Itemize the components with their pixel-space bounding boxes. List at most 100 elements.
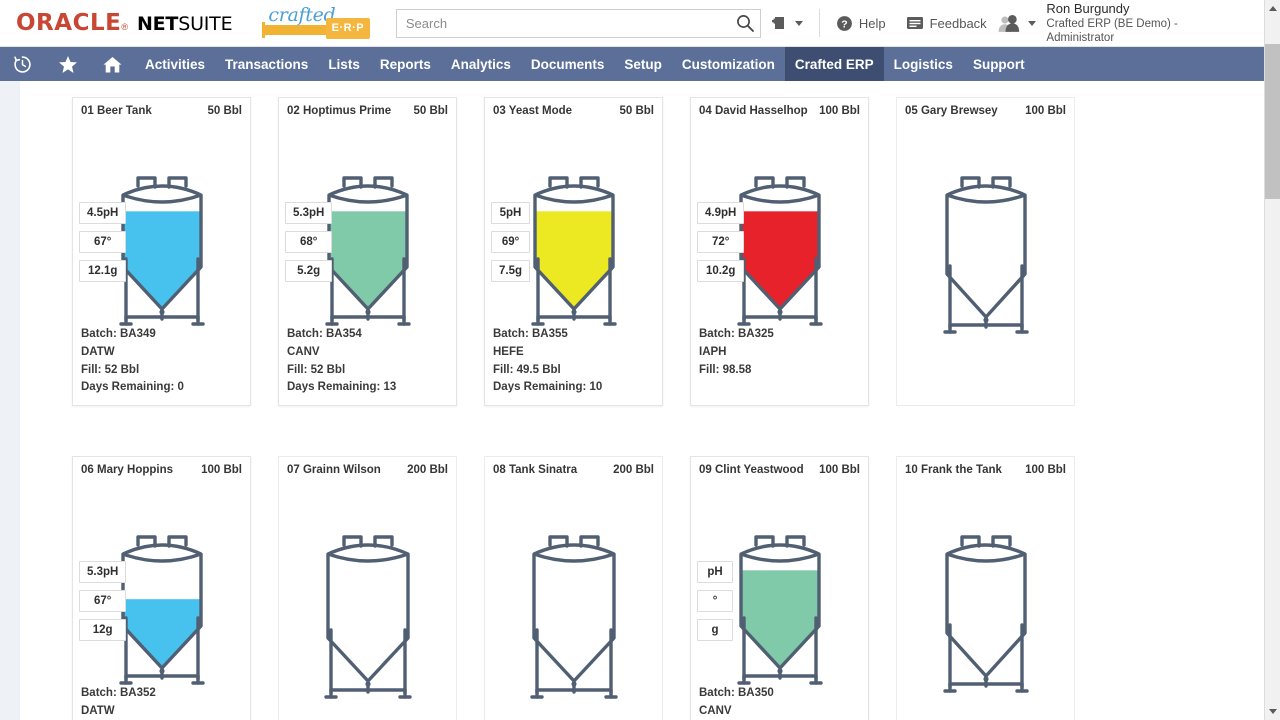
tank-visual <box>905 478 1066 693</box>
tank-card[interactable]: 01 Beer Tank 50 Bbl 4.5pH 67° 12.1g Batc… <box>72 97 251 407</box>
tank-liquid <box>328 211 407 309</box>
nav-item-crafted-erp[interactable]: Crafted ERP <box>784 47 884 81</box>
tank-visual <box>905 119 1066 334</box>
oracle-wordmark: ORACLE <box>16 10 122 36</box>
tank-batch-line: Fill: 52 Bbl <box>81 363 140 376</box>
tank-liquid <box>740 211 819 309</box>
nav-item-setup[interactable]: Setup <box>614 47 672 81</box>
crafted-logo-erp-badge: E·R·P <box>325 18 370 39</box>
nav-item-lists[interactable]: Lists <box>318 47 370 81</box>
tank-gauge-group: 5.3pH 68° 5.2g <box>285 202 333 282</box>
tank-gauge-group: 5.3pH 67° 12g <box>79 561 127 642</box>
tank-visual: 5pH 69° 7.5g <box>491 119 654 326</box>
main-navigation-bar: Activities Transactions Lists Reports An… <box>0 47 1264 81</box>
recent-records-button[interactable] <box>0 47 45 81</box>
header-actions: ? Help Feedback Ron Burgundy Crafted ERP… <box>761 0 1264 47</box>
tank-capacity: 200 Bbl <box>407 464 448 477</box>
chevron-down-icon <box>794 20 803 26</box>
tank-card-header: 03 Yeast Mode 50 Bbl <box>493 105 654 117</box>
nav-item-documents[interactable]: Documents <box>521 47 615 81</box>
tank-capacity: 100 Bbl <box>201 464 242 477</box>
tank-graphic <box>113 526 211 707</box>
tank-capacity: 200 Bbl <box>613 464 654 477</box>
tank-card[interactable]: 10 Frank the Tank 100 Bbl <box>896 456 1075 720</box>
tank-title: 02 Hoptimus Prime <box>287 105 392 117</box>
nav-item-analytics[interactable]: Analytics <box>441 47 521 81</box>
tank-title: 05 Gary Brewsey <box>905 105 998 117</box>
tank-card[interactable]: 04 David Hasselhop 100 Bbl 4.9pH 72° 10.2g <box>690 97 869 407</box>
tank-card-header: 05 Gary Brewsey 100 Bbl <box>905 105 1066 117</box>
tank-visual: 4.5pH 67° 12.1g <box>79 119 242 326</box>
feedback-button[interactable]: Feedback <box>896 8 997 38</box>
tank-card[interactable]: 02 Hoptimus Prime 50 Bbl 5.3pH 68° 5.2g <box>278 97 457 407</box>
nav-item-logistics[interactable]: Logistics <box>884 47 963 81</box>
help-button[interactable]: ? Help <box>826 8 896 38</box>
tank-liquid <box>740 570 819 669</box>
tank-graphic <box>731 167 829 348</box>
home-button[interactable] <box>90 47 135 81</box>
tank-visual <box>493 478 654 699</box>
tank-gauge: 12.1g <box>79 260 127 282</box>
tank-card-header: 01 Beer Tank 50 Bbl <box>81 105 242 117</box>
scroll-up-button[interactable] <box>1265 0 1280 17</box>
tank-dashboard: 01 Beer Tank 50 Bbl 4.5pH 67° 12.1g Batc… <box>20 81 1264 720</box>
nav-item-reports[interactable]: Reports <box>370 47 441 81</box>
star-icon <box>58 55 77 73</box>
nav-item-customization[interactable]: Customization <box>672 47 785 81</box>
tank-illustration <box>118 176 205 326</box>
tank-graphic <box>113 167 211 348</box>
tank-illustration <box>529 535 618 699</box>
crafted-erp-logo[interactable]: crafted E·R·P <box>262 4 371 40</box>
tank-gauge: 7.5g <box>491 260 531 282</box>
help-icon: ? <box>836 15 852 31</box>
tank-card[interactable]: 05 Gary Brewsey 100 Bbl <box>896 97 1075 407</box>
tank-gauge: ° <box>697 590 733 613</box>
svg-text:?: ? <box>841 18 847 30</box>
tank-card-header: 06 Mary Hoppins 100 Bbl <box>81 464 242 476</box>
tank-visual: 4.9pH 72° 10.2g <box>697 119 860 326</box>
tank-gauge: pH <box>697 561 733 584</box>
shortcuts-button[interactable] <box>45 47 90 81</box>
tank-card[interactable]: 07 Grainn Wilson 200 Bbl <box>278 456 457 720</box>
feedback-label: Feedback <box>929 15 987 31</box>
search-icon[interactable] <box>735 13 755 33</box>
tank-gauge-group: 5pH 69° 7.5g <box>491 202 531 282</box>
nav-item-activities[interactable]: Activities <box>135 47 215 81</box>
tank-card[interactable]: 03 Yeast Mode 50 Bbl 5pH 69° 7.5g Batch:… <box>484 97 663 407</box>
tank-gauge: 5.3pH <box>285 202 333 224</box>
nav-item-support[interactable]: Support <box>963 47 1035 81</box>
tank-gauge: 68° <box>285 231 333 253</box>
tank-illustration <box>324 176 411 326</box>
tank-batch-line: Days Remaining: 13 <box>287 381 397 394</box>
tank-graphic <box>524 526 624 719</box>
tank-batch-line: Days Remaining: 10 <box>493 381 603 394</box>
tank-illustration <box>942 535 1029 693</box>
tank-capacity: 50 Bbl <box>619 105 654 117</box>
search-input[interactable] <box>395 8 761 38</box>
tank-card[interactable]: 08 Tank Sinatra 200 Bbl <box>484 456 663 720</box>
chevron-down-icon <box>1028 20 1037 26</box>
tank-card[interactable]: 09 Clint Yeastwood 100 Bbl pH ° g Batch:… <box>690 456 869 720</box>
tank-gauge-group: 4.5pH 67° 12.1g <box>79 202 127 282</box>
user-menu[interactable]: Ron Burgundy Crafted ERP (BE Demo) - Adm… <box>997 1 1264 46</box>
home-icon <box>103 56 122 72</box>
tank-card[interactable]: 06 Mary Hoppins 100 Bbl 5.3pH 67° 12g Ba… <box>72 456 251 720</box>
oracle-netsuite-logo[interactable]: ORACLE ® NETSUITE <box>16 10 233 36</box>
tank-capacity: 50 Bbl <box>413 105 448 117</box>
global-search[interactable] <box>395 8 761 38</box>
nav-item-transactions[interactable]: Transactions <box>215 47 318 81</box>
chevron-down-icon <box>1269 709 1277 714</box>
header-divider <box>818 9 820 37</box>
page-scrollbar[interactable] <box>1264 0 1280 720</box>
scroll-down-button[interactable] <box>1265 703 1280 720</box>
tank-title: 04 David Hasselhop <box>699 105 808 117</box>
quick-add-menu[interactable] <box>761 8 813 38</box>
scrollbar-thumb[interactable] <box>1265 44 1280 199</box>
tank-illustration <box>736 176 823 326</box>
tank-gauge: 12g <box>79 619 127 642</box>
top-header-bar: ORACLE ® NETSUITE crafted E·R·P Search ?… <box>0 0 1264 47</box>
tank-title: 01 Beer Tank <box>81 105 152 117</box>
page-body: 01 Beer Tank 50 Bbl 4.5pH 67° 12.1g Batc… <box>0 81 1264 720</box>
registered-mark-icon: ® <box>121 22 128 32</box>
tank-gauge-group: 4.9pH 72° 10.2g <box>697 202 745 282</box>
